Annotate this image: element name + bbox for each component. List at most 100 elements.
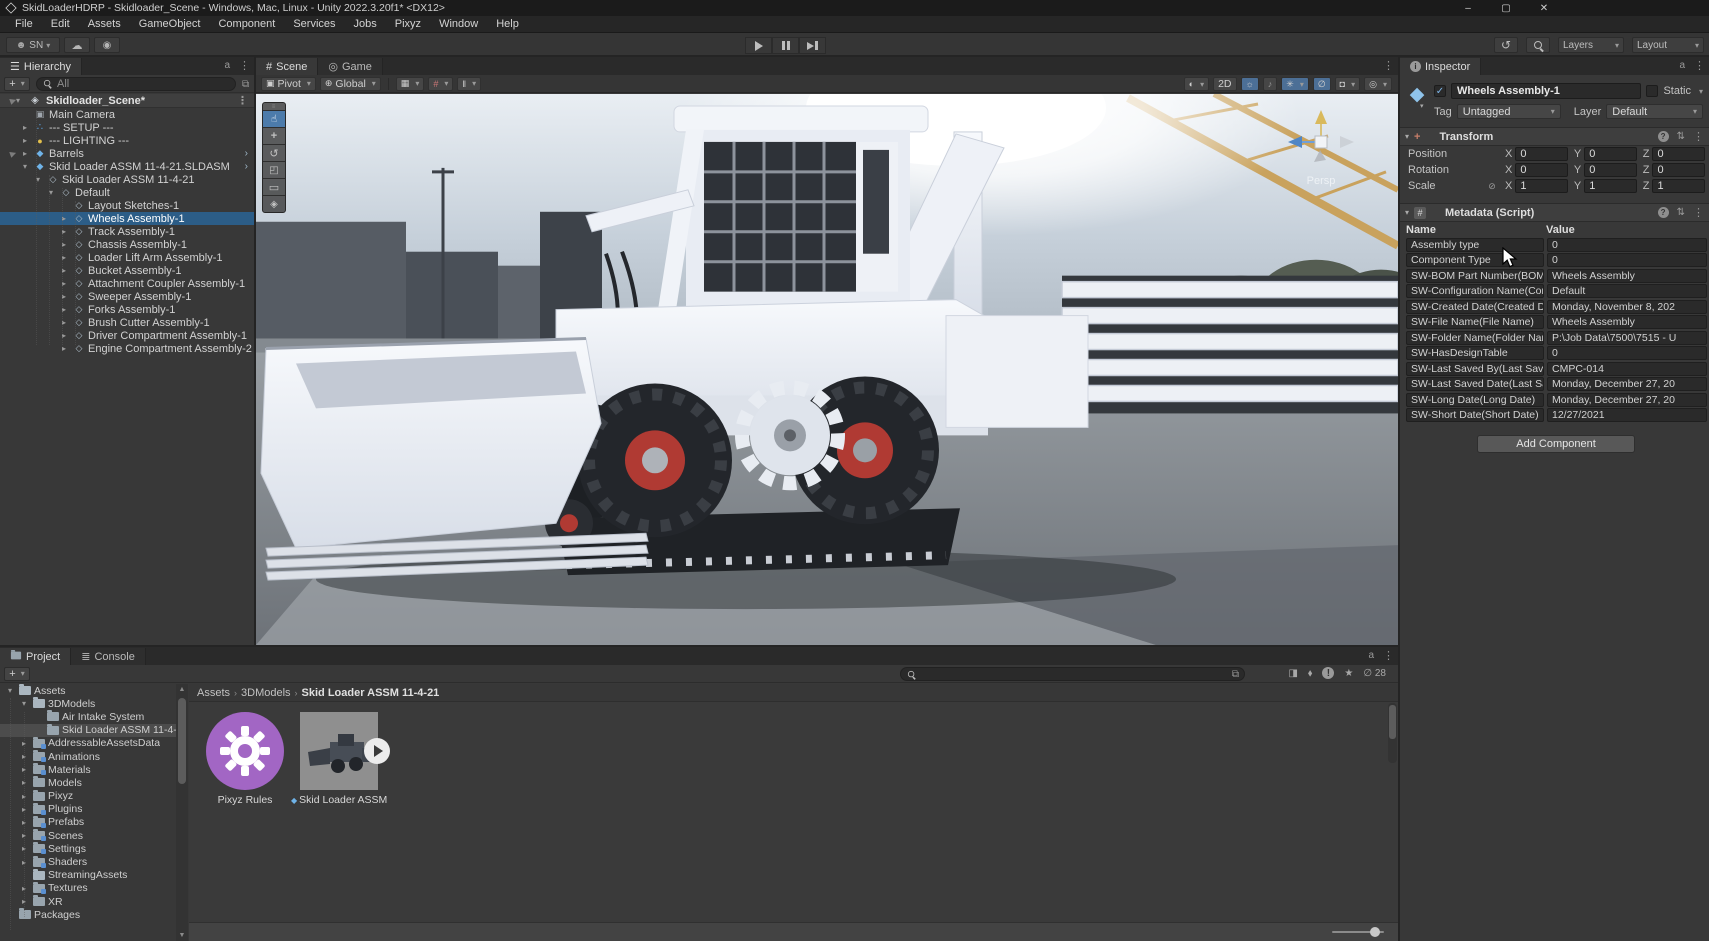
panel-menu-icon[interactable]	[1383, 59, 1394, 72]
metadata-value-field[interactable]: 0	[1547, 253, 1707, 267]
metadata-name-field[interactable]: SW-Short Date(Short Date)	[1406, 408, 1544, 422]
x-field[interactable]: 1	[1515, 179, 1568, 193]
scene-menu-icon[interactable]	[237, 94, 248, 107]
maximize-button[interactable]: ▢	[1487, 0, 1525, 16]
expand-arrow[interactable]	[18, 765, 30, 774]
expand-arrow[interactable]	[18, 897, 30, 906]
hierarchy-item[interactable]: Skid Loader ASSM 11-4-21.SLDASM ›	[0, 160, 254, 173]
menu-item[interactable]: Component	[209, 16, 284, 32]
slider-knob[interactable]	[1370, 927, 1380, 937]
expand-arrow[interactable]	[19, 136, 31, 145]
project-tree-item[interactable]: Models	[0, 776, 176, 789]
project-tree-item[interactable]: Plugins	[0, 803, 176, 816]
tab-game[interactable]: ◎ Game	[318, 58, 383, 75]
cloud-services-button[interactable]	[64, 37, 90, 53]
menu-item[interactable]: Help	[487, 16, 528, 32]
y-field[interactable]: 0	[1584, 147, 1637, 161]
menu-item[interactable]: Jobs	[345, 16, 386, 32]
tab-hierarchy[interactable]: ☰ Hierarchy	[0, 58, 82, 75]
metadata-value-field[interactable]: Wheels Assembly	[1547, 315, 1707, 329]
menu-item[interactable]: Pixyz	[386, 16, 430, 32]
expand-arrow[interactable]	[18, 752, 30, 761]
hierarchy-item[interactable]: Loader Lift Arm Assembly-1 ›	[0, 251, 254, 264]
metadata-name-field[interactable]: SW-HasDesignTable	[1406, 346, 1544, 360]
breadcrumb-3dmodels[interactable]: 3DModels	[241, 687, 291, 699]
expand-arrow[interactable]	[58, 227, 70, 236]
project-tree-item[interactable]: Packages	[0, 908, 176, 921]
hierarchy-item[interactable]: Brush Cutter Assembly-1 ›	[0, 316, 254, 329]
metadata-value-field[interactable]: Default	[1547, 284, 1707, 298]
project-tree-item[interactable]: Settings	[0, 842, 176, 855]
gameobject-name-field[interactable]: Wheels Assembly-1	[1451, 83, 1641, 99]
menu-item[interactable]: Services	[284, 16, 344, 32]
foldout-arrow[interactable]: ▾	[1405, 208, 1409, 217]
content-scrollbar[interactable]	[1388, 703, 1397, 763]
project-tree-item[interactable]: Pixyz	[0, 790, 176, 803]
metadata-name-field[interactable]: SW-Last Saved Date(Last Sav	[1406, 377, 1544, 391]
hierarchy-item[interactable]: Sweeper Assembly-1 ›	[0, 290, 254, 303]
component-menu-icon[interactable]	[1693, 130, 1704, 143]
draw-mode-dropdown[interactable]: ▾	[1184, 77, 1209, 91]
chevron-down-icon[interactable]: ▾	[1420, 102, 1424, 110]
z-field[interactable]: 0	[1652, 163, 1705, 177]
search-by-label-icon[interactable]: ⬧	[1308, 668, 1313, 679]
metadata-name-field[interactable]: SW-Configuration Name(Conf	[1406, 284, 1544, 298]
expand-arrow[interactable]	[58, 253, 70, 262]
metadata-name-field[interactable]: SW-Created Date(Created Da	[1406, 300, 1544, 314]
snap-increment-button[interactable]: ▾	[457, 77, 481, 91]
hidden-count-toggle[interactable]: 28	[1363, 668, 1386, 679]
project-search-input[interactable]	[900, 667, 1245, 681]
search-button[interactable]	[1526, 37, 1550, 53]
menu-item[interactable]: File	[6, 16, 42, 32]
metadata-value-field[interactable]: Wheels Assembly	[1547, 269, 1707, 283]
metadata-value-field[interactable]: Monday, November 8, 202	[1547, 300, 1707, 314]
presets-icon[interactable]	[1677, 207, 1685, 218]
asset-tile-pixyz-rules[interactable]: Pixyz Rules	[197, 712, 293, 806]
help-icon[interactable]: ?	[1658, 131, 1669, 142]
x-field[interactable]: 0	[1515, 163, 1568, 177]
metadata-name-field[interactable]: SW-Long Date(Long Date)	[1406, 393, 1544, 407]
expand-arrow[interactable]	[19, 162, 31, 171]
expand-arrow[interactable]	[4, 686, 16, 695]
metadata-name-field[interactable]: SW-BOM Part Number(BOM P	[1406, 269, 1544, 283]
hierarchy-item[interactable]: --- LIGHTING --- ›	[0, 134, 254, 147]
z-field[interactable]: 0	[1652, 147, 1705, 161]
project-tree-item[interactable]: Air Intake System	[0, 710, 176, 723]
metadata-name-field[interactable]: Component Type	[1406, 253, 1544, 267]
expand-arrow[interactable]	[58, 318, 70, 327]
hierarchy-item[interactable]: Track Assembly-1 ›	[0, 225, 254, 238]
move-tool[interactable]	[263, 127, 285, 144]
overlay-grip[interactable]: ≡	[263, 103, 285, 110]
hierarchy-search-input[interactable]: All	[36, 77, 236, 91]
scroll-down-icon[interactable]: ▼	[178, 932, 186, 939]
x-field[interactable]: 0	[1515, 147, 1568, 161]
hierarchy-item[interactable]: Barrels ›	[0, 147, 254, 160]
panel-menu-icon[interactable]	[1383, 649, 1394, 662]
scene-lighting-toggle[interactable]	[1241, 77, 1259, 91]
y-field[interactable]: 0	[1584, 163, 1637, 177]
hierarchy-item[interactable]: --- SETUP --- ›	[0, 121, 254, 134]
expand-arrow[interactable]	[18, 858, 30, 867]
menu-item[interactable]: Edit	[42, 16, 79, 32]
hierarchy-item[interactable]: Engine Compartment Assembly-2 ›	[0, 342, 254, 355]
expand-arrow[interactable]	[18, 831, 30, 840]
tag-dropdown[interactable]: Untagged▾	[1457, 104, 1561, 119]
2d-toggle-button[interactable]: 2D	[1213, 77, 1236, 91]
project-tree-item[interactable]: Animations	[0, 750, 176, 763]
metadata-name-field[interactable]: Assembly type	[1406, 238, 1544, 252]
project-tree-scrollbar[interactable]: ▲ ▼	[176, 684, 188, 941]
component-menu-icon[interactable]	[1693, 206, 1704, 219]
metadata-name-field[interactable]: SW-File Name(File Name)	[1406, 315, 1544, 329]
expand-arrow[interactable]	[58, 240, 70, 249]
project-tree-item[interactable]: Shaders	[0, 855, 176, 868]
hierarchy-item[interactable]: Forks Assembly-1 ›	[0, 303, 254, 316]
pause-button[interactable]	[772, 37, 799, 54]
scroll-up-icon[interactable]: ▲	[178, 686, 186, 693]
hierarchy-item[interactable]: Chassis Assembly-1 ›	[0, 238, 254, 251]
search-by-type-icon[interactable]: ◨	[1288, 668, 1297, 679]
hidden-objects-toggle[interactable]	[1313, 77, 1331, 91]
static-dropdown-arrow[interactable]: ▾	[1699, 87, 1703, 96]
expand-arrow[interactable]	[58, 292, 70, 301]
y-field[interactable]: 1	[1584, 179, 1637, 193]
presets-icon[interactable]	[1677, 131, 1685, 142]
